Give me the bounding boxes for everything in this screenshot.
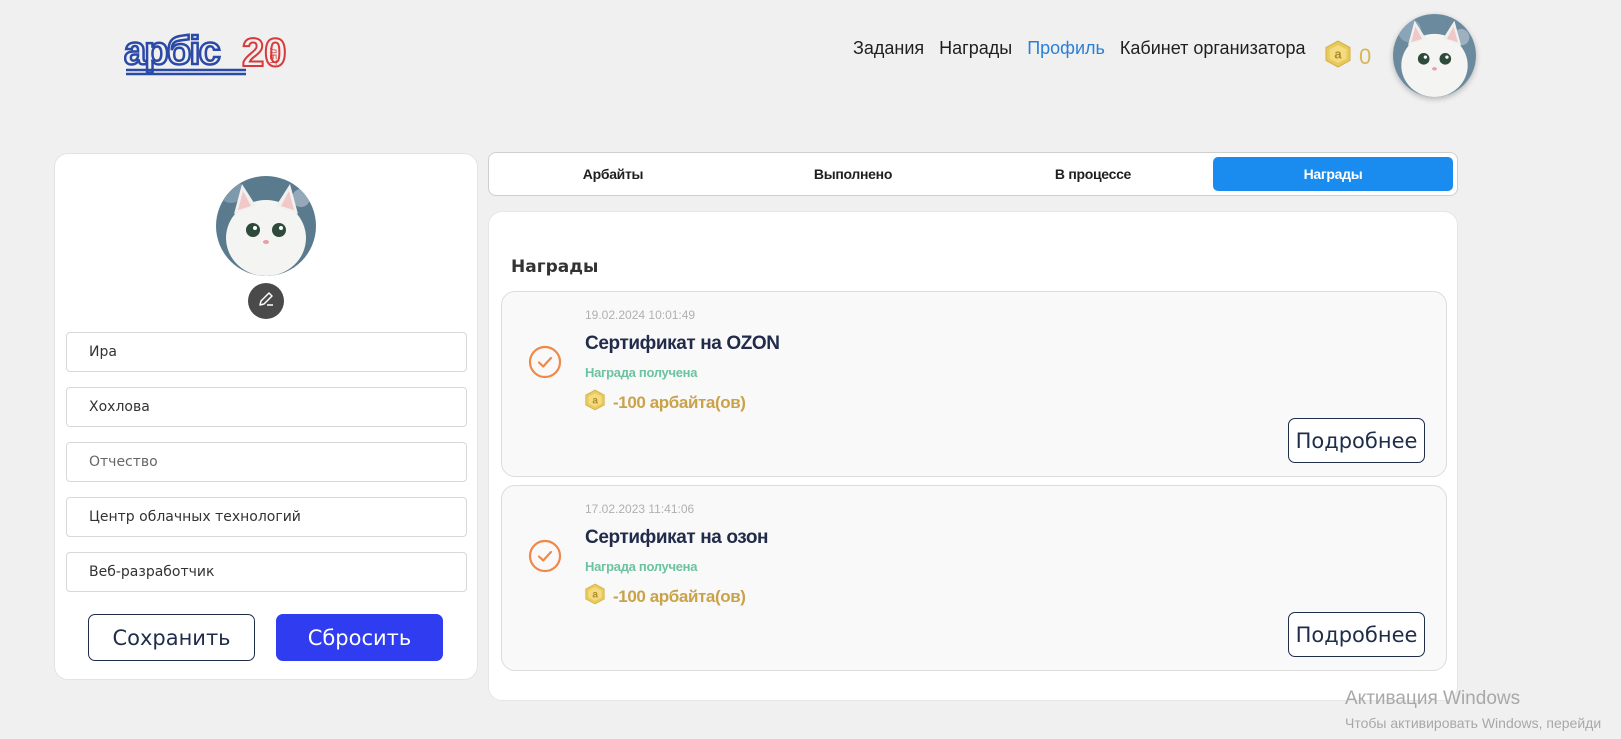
- first-name-field[interactable]: Ира: [66, 332, 467, 372]
- rewards-panel: Награды 19.02.2024 10:01:49 Сертификат н…: [488, 211, 1458, 701]
- reward-card: 17.02.2023 11:41:06 Сертификат на озон Н…: [501, 485, 1447, 671]
- reward-cost: a -100 арбайта(ов): [585, 583, 746, 610]
- reward-title: Сертификат на OZON: [585, 333, 780, 354]
- nav-item-organizer-cabinet[interactable]: Кабинет организатора: [1120, 38, 1306, 59]
- last-name-field[interactable]: Хохлова: [66, 387, 467, 427]
- profile-tabs: Арбайты Выполнено В процессе Награды: [488, 152, 1458, 196]
- arbait-coin-icon: a: [585, 389, 605, 416]
- profile-avatar: [216, 176, 316, 276]
- pencil-icon: [257, 290, 275, 313]
- arbait-coin-icon: a: [585, 583, 605, 610]
- details-button[interactable]: Подробнее: [1288, 612, 1425, 657]
- svg-text:a: a: [592, 395, 598, 406]
- svg-text:a: a: [592, 589, 598, 600]
- reward-title: Сертификат на озон: [585, 527, 769, 548]
- svg-text:a: a: [1334, 47, 1342, 62]
- reward-date: 17.02.2023 11:41:06: [585, 502, 695, 516]
- header-user-avatar[interactable]: [1393, 14, 1476, 97]
- profile-card: Ира Хохлова Отчество Центр облачных техн…: [54, 153, 478, 680]
- position-field[interactable]: Веб-разработчик: [66, 552, 467, 592]
- department-field[interactable]: Центр облачных технологий: [66, 497, 467, 537]
- nav-item-rewards[interactable]: Награды: [939, 38, 1012, 59]
- reward-status: Награда получена: [585, 365, 698, 380]
- svg-text:ЛЕТ: ЛЕТ: [268, 48, 278, 66]
- watermark-title: Активация Windows: [1345, 688, 1521, 709]
- svg-text:20: 20: [242, 31, 286, 75]
- anniversary-20-badge: 20 ЛЕТ: [241, 30, 288, 76]
- reward-status: Награда получена: [585, 559, 698, 574]
- arbait-coin-icon: a: [1325, 40, 1351, 73]
- rewards-section-title: Награды: [511, 257, 599, 277]
- details-button[interactable]: Подробнее: [1288, 418, 1425, 463]
- nav-item-profile[interactable]: Профиль: [1027, 38, 1105, 59]
- patronymic-field[interactable]: Отчество: [66, 442, 467, 482]
- reward-card: 19.02.2024 10:01:49 Сертификат на OZON Н…: [501, 291, 1447, 477]
- arbis-logo[interactable]: арбіс 20 ЛЕТ: [123, 26, 288, 76]
- main-nav: Задания Награды Профиль Кабинет организа…: [853, 38, 1306, 59]
- reward-cost-value: -100 арбайта(ов): [613, 586, 746, 606]
- reward-cost-value: -100 арбайта(ов): [613, 392, 746, 412]
- save-button[interactable]: Сохранить: [88, 614, 255, 661]
- tab-completed[interactable]: Выполнено: [733, 157, 973, 191]
- logo-wordmark: арбіс: [124, 29, 221, 73]
- tab-arbaits[interactable]: Арбайты: [493, 157, 733, 191]
- tab-rewards[interactable]: Награды: [1213, 157, 1453, 191]
- coin-balance-value: 0: [1359, 43, 1372, 69]
- nav-item-tasks[interactable]: Задания: [853, 38, 924, 59]
- windows-activation-watermark: Активация Windows Чтобы активировать Win…: [1345, 688, 1601, 731]
- reward-cost: a -100 арбайта(ов): [585, 389, 746, 416]
- reward-date: 19.02.2024 10:01:49: [585, 308, 696, 322]
- watermark-subtitle: Чтобы активировать Windows, перейди: [1345, 715, 1602, 731]
- reset-button[interactable]: Сбросить: [276, 614, 443, 661]
- tab-in-progress[interactable]: В процессе: [973, 157, 1213, 191]
- edit-avatar-button[interactable]: [248, 283, 284, 319]
- check-circle-icon: [528, 539, 562, 573]
- check-circle-icon: [528, 345, 562, 379]
- coin-balance: a 0: [1325, 40, 1371, 73]
